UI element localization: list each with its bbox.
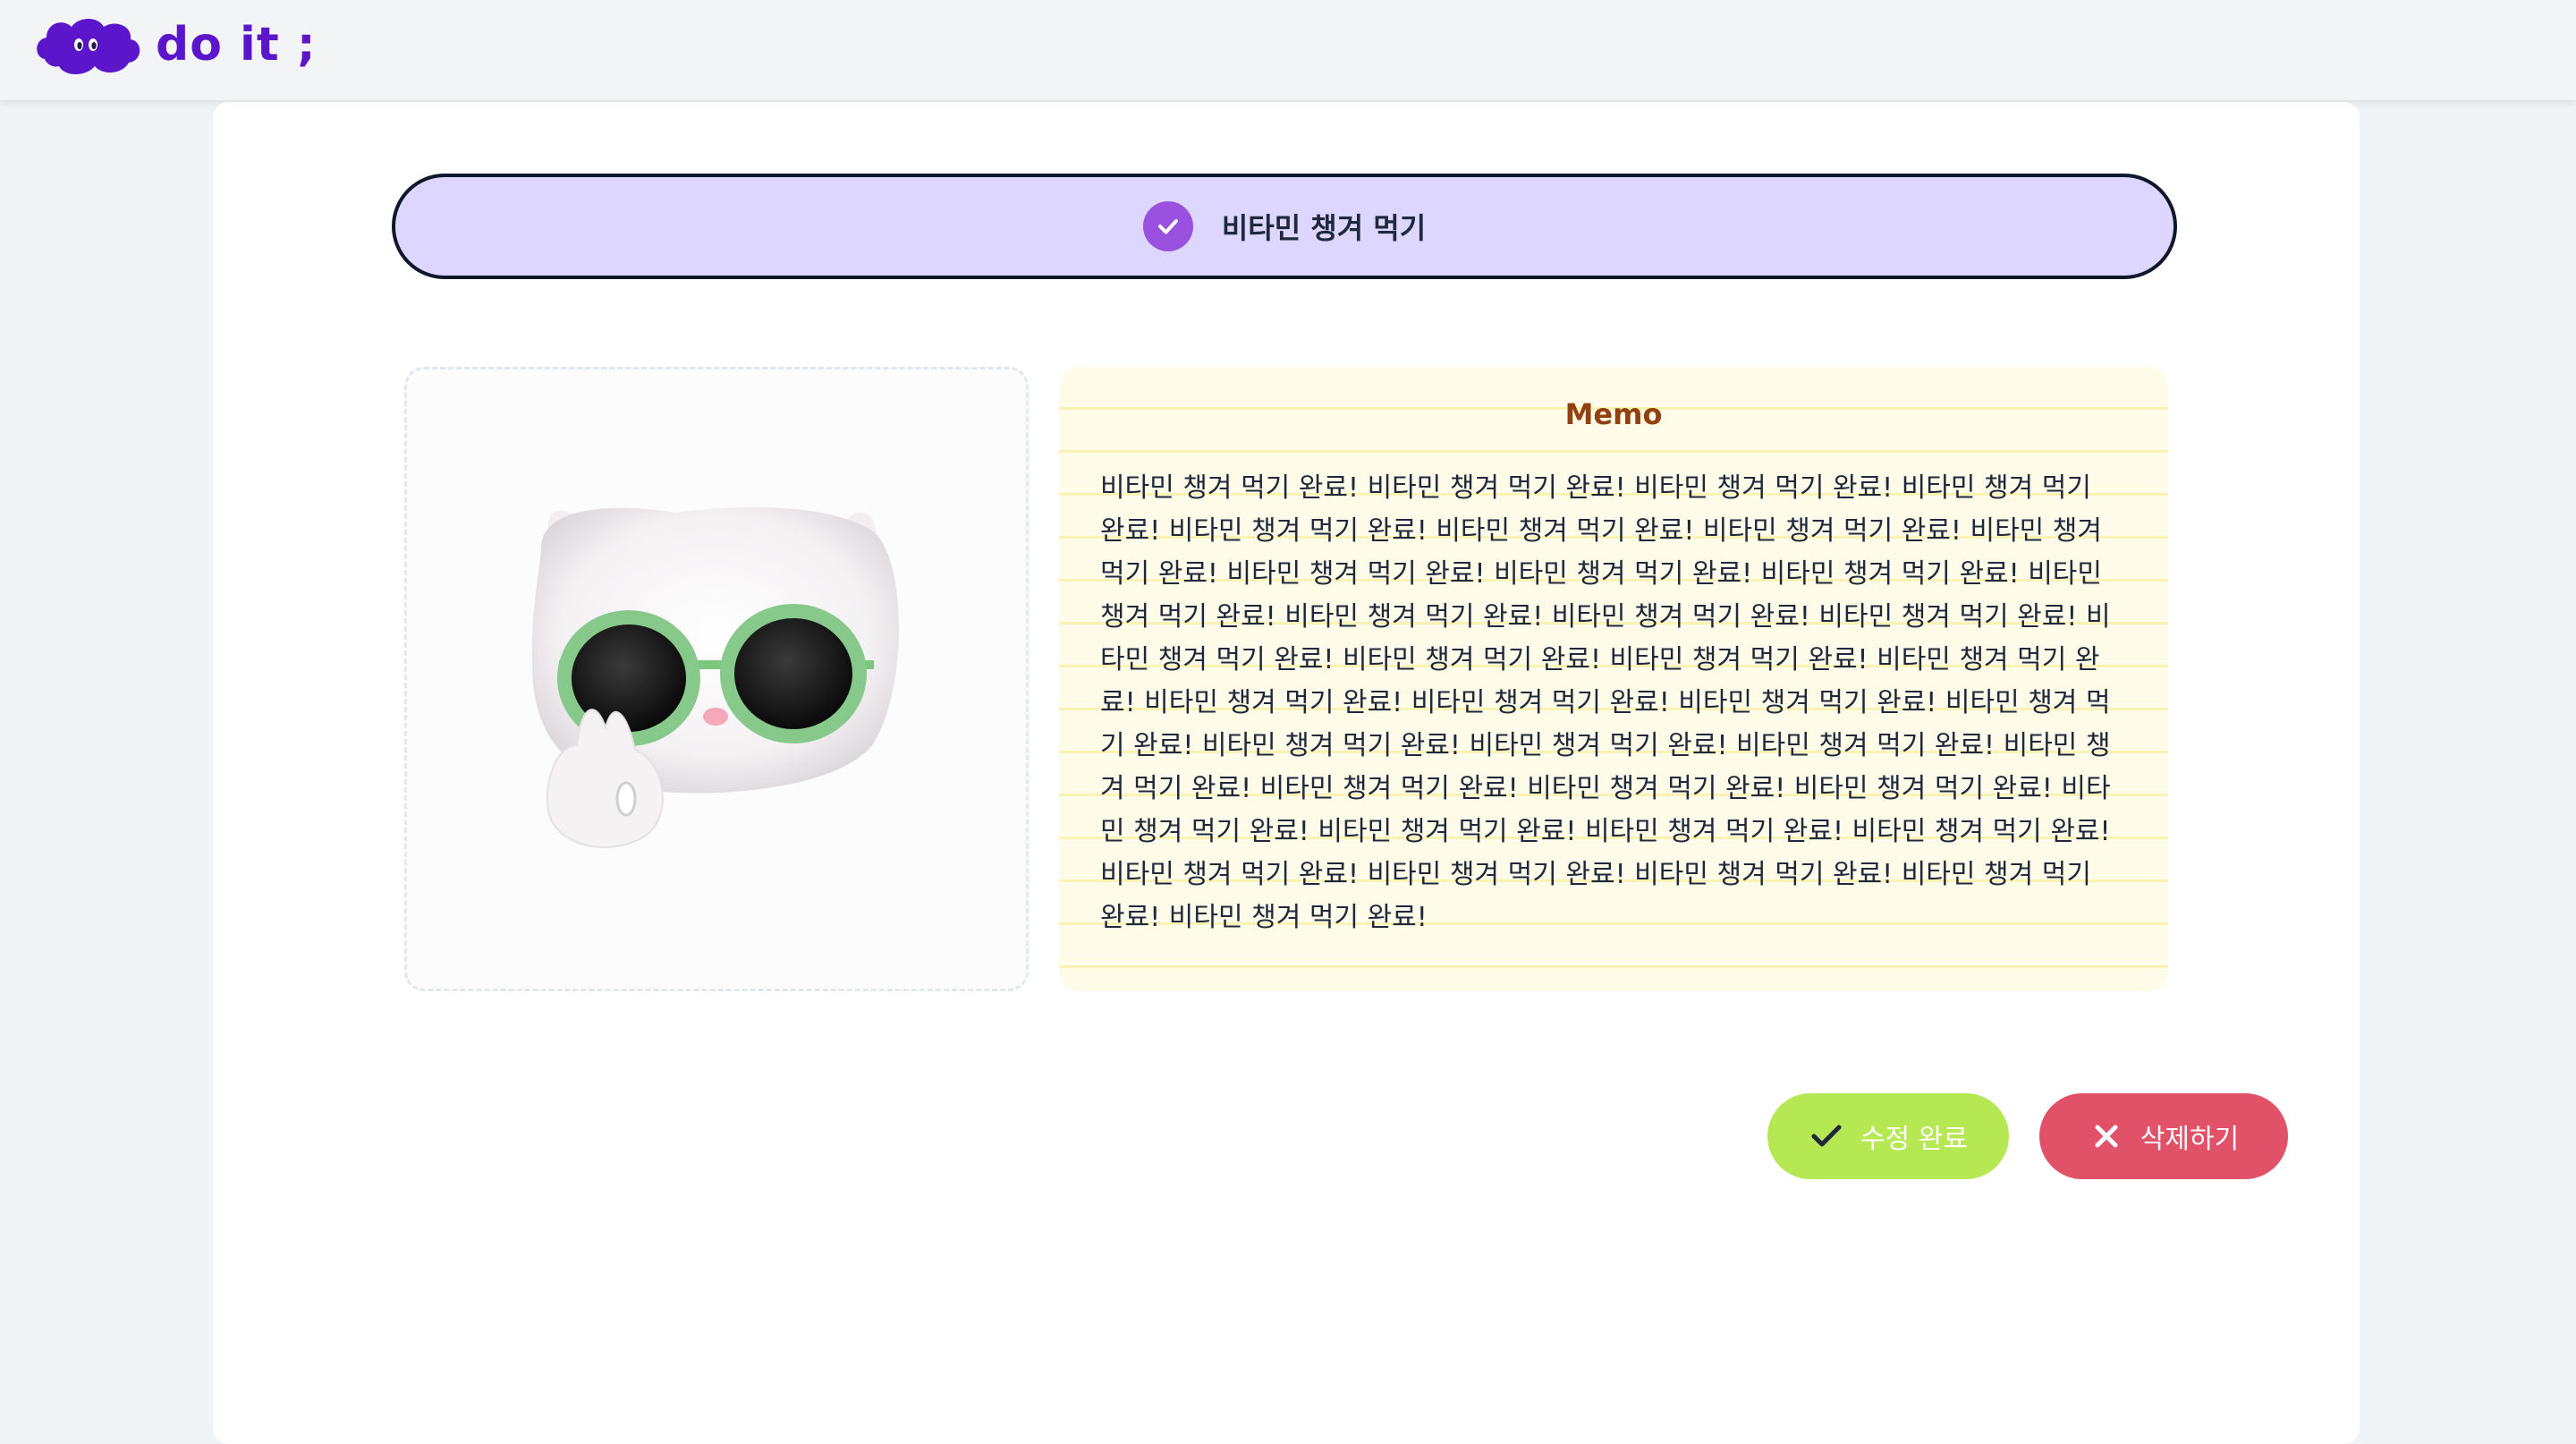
logo[interactable]: do it ;: [32, 13, 317, 77]
checkmark-icon: [1157, 219, 1178, 234]
edit-complete-label: 수정 완료: [1860, 1124, 1968, 1155]
top-navbar: do it ;: [0, 0, 2576, 102]
checked-circle-icon[interactable]: [1142, 201, 1193, 251]
todo-title[interactable]: 비타민 챙겨 먹기: [1222, 206, 1426, 247]
cat-with-sunglasses-icon: [531, 507, 899, 849]
memo-panel[interactable]: Memo 비타민 챙겨 먹기 완료! 비타민 챙겨 먹기 완료! 비타민 챙겨 …: [1059, 367, 2168, 991]
logo-text: do it ;: [156, 18, 317, 72]
todo-title-bar[interactable]: 비타민 챙겨 먹기: [392, 174, 2177, 279]
logo-cloud-icon: [37, 19, 140, 74]
close-icon: [2089, 1118, 2124, 1154]
memo-title: Memo: [1564, 397, 1663, 431]
memo-text[interactable]: 비타민 챙겨 먹기 완료! 비타민 챙겨 먹기 완료! 비타민 챙겨 먹기 완료…: [1100, 467, 2123, 939]
check-icon: [1809, 1118, 1844, 1154]
todo-image[interactable]: [404, 367, 1029, 991]
delete-button[interactable]: 삭제하기: [2039, 1093, 2288, 1179]
delete-label: 삭제하기: [2140, 1124, 2240, 1155]
edit-complete-button[interactable]: 수정 완료: [1767, 1093, 2009, 1179]
